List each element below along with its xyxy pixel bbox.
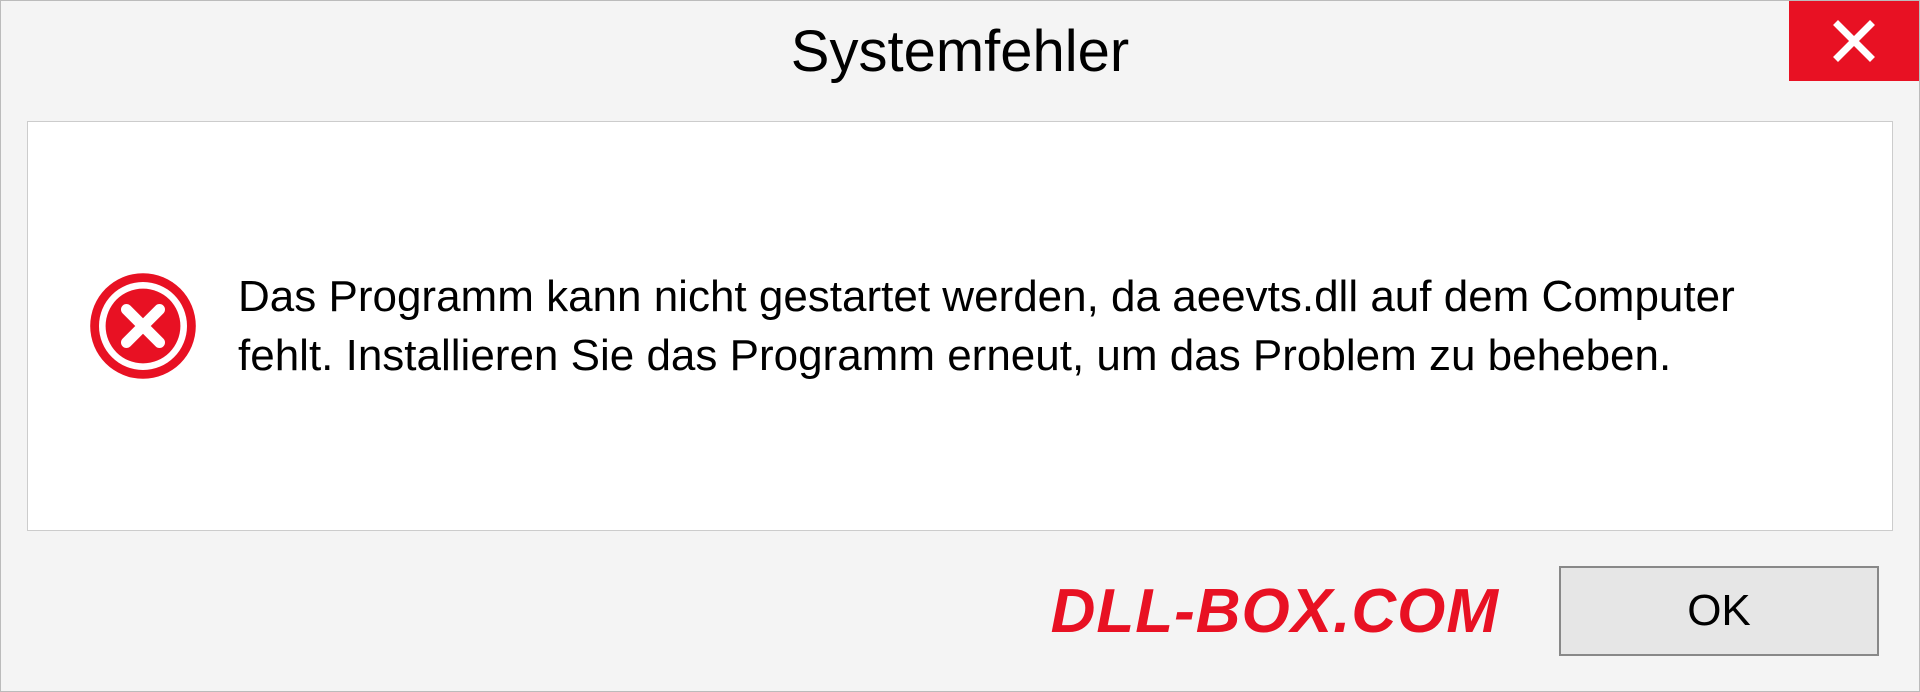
message-panel: Das Programm kann nicht gestartet werden…	[27, 121, 1893, 531]
ok-button[interactable]: OK	[1559, 566, 1879, 656]
dialog-title: Systemfehler	[791, 18, 1129, 85]
dialog-footer: DLL-BOX.COM OK	[1, 531, 1919, 691]
error-message: Das Programm kann nicht gestartet werden…	[238, 267, 1832, 386]
watermark-text: DLL-BOX.COM	[1051, 576, 1499, 647]
titlebar: Systemfehler	[1, 1, 1919, 101]
close-icon	[1830, 17, 1878, 65]
close-button[interactable]	[1789, 1, 1919, 81]
error-dialog: Systemfehler Das Programm kann nicht ges…	[0, 0, 1920, 692]
error-icon	[88, 271, 198, 381]
